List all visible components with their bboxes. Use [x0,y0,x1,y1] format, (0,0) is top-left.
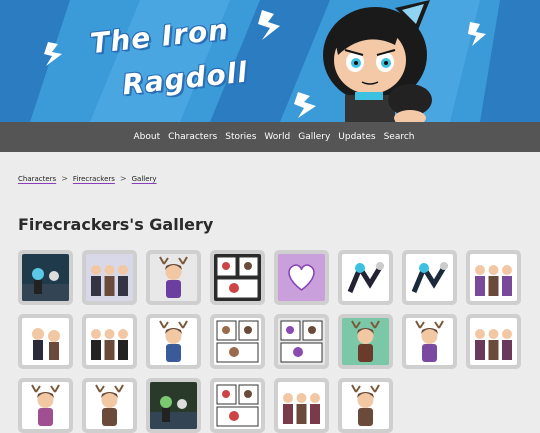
breadcrumb-firecrackers[interactable]: Firecrackers [73,175,115,183]
thumbnail-artwork [406,254,453,301]
gallery-thumbnail-image [470,318,517,365]
gallery-thumbnail[interactable] [274,378,329,433]
gallery-thumbnail-image [22,254,69,301]
breadcrumb-gallery[interactable]: Gallery [132,175,157,183]
thumbnail-artwork [342,382,389,429]
gallery-thumbnail[interactable] [402,250,457,305]
thumbnail-artwork [22,318,69,365]
gallery-thumbnail-image [214,254,261,301]
gallery-thumbnail-image [406,254,453,301]
gallery-grid [18,250,528,433]
thumbnail-artwork [342,254,389,301]
gallery-thumbnail-image [214,382,261,429]
gallery-thumbnail[interactable] [466,314,521,369]
main-navbar: About Characters Stories World Gallery U… [0,122,540,152]
thumbnail-artwork [278,318,325,365]
gallery-thumbnail[interactable] [146,378,201,433]
breadcrumb-separator: > [61,174,68,183]
thumbnail-artwork [278,254,325,301]
thumbnail-artwork [150,382,197,429]
thumbnail-artwork [150,318,197,365]
gallery-thumbnail[interactable] [210,314,265,369]
nav-updates[interactable]: Updates [338,130,375,144]
thumbnail-artwork [86,318,133,365]
gallery-thumbnail-image [214,318,261,365]
gallery-thumbnail[interactable] [210,378,265,433]
gallery-thumbnail[interactable] [338,250,393,305]
gallery-thumbnail[interactable] [466,250,521,305]
gallery-thumbnail[interactable] [82,250,137,305]
site-banner: The Iron Ragdoll [0,0,540,122]
nav-characters[interactable]: Characters [168,130,217,144]
breadcrumb-characters[interactable]: Characters [18,175,56,183]
page-title: Firecrackers's Gallery [18,215,214,234]
thumbnail-artwork [150,254,197,301]
thumbnail-artwork [214,254,261,301]
breadcrumb: Characters > Firecrackers > Gallery [18,174,157,183]
gallery-thumbnail-image [278,382,325,429]
thumbnail-artwork [22,382,69,429]
thumbnail-artwork [406,318,453,365]
gallery-thumbnail-image [150,254,197,301]
gallery-thumbnail-image [278,254,325,301]
gallery-thumbnail[interactable] [338,378,393,433]
gallery-thumbnail[interactable] [338,314,393,369]
thumbnail-artwork [86,382,133,429]
nav-gallery[interactable]: Gallery [298,130,330,144]
gallery-thumbnail[interactable] [402,314,457,369]
thumbnail-artwork [214,318,261,365]
gallery-thumbnail[interactable] [82,378,137,433]
nav-about[interactable]: About [134,130,161,144]
breadcrumb-separator: > [119,174,127,183]
gallery-thumbnail-image [150,318,197,365]
thumbnail-artwork [22,254,69,301]
gallery-thumbnail-image [278,318,325,365]
gallery-thumbnail-image [86,382,133,429]
thumbnail-artwork [342,318,389,365]
gallery-thumbnail[interactable] [18,250,73,305]
gallery-thumbnail-image [150,382,197,429]
gallery-thumbnail[interactable] [210,250,265,305]
gallery-thumbnail-image [86,318,133,365]
gallery-thumbnail-image [342,318,389,365]
thumbnail-artwork [470,254,517,301]
gallery-thumbnail[interactable] [274,314,329,369]
gallery-thumbnail[interactable] [82,314,137,369]
gallery-thumbnail-image [86,254,133,301]
thumbnail-artwork [278,382,325,429]
gallery-thumbnail[interactable] [146,250,201,305]
gallery-thumbnail-image [22,318,69,365]
nav-search[interactable]: Search [384,130,415,144]
thumbnail-artwork [470,318,517,365]
gallery-thumbnail[interactable] [18,378,73,433]
gallery-thumbnail-image [406,318,453,365]
gallery-thumbnail[interactable] [274,250,329,305]
banner-artwork [0,0,540,122]
thumbnail-artwork [214,382,261,429]
nav-world[interactable]: World [264,130,290,144]
thumbnail-artwork [86,254,133,301]
gallery-thumbnail[interactable] [146,314,201,369]
gallery-thumbnail-image [470,254,517,301]
gallery-thumbnail-image [342,382,389,429]
gallery-thumbnail[interactable] [18,314,73,369]
nav-stories[interactable]: Stories [225,130,256,144]
gallery-thumbnail-image [22,382,69,429]
gallery-thumbnail-image [342,254,389,301]
